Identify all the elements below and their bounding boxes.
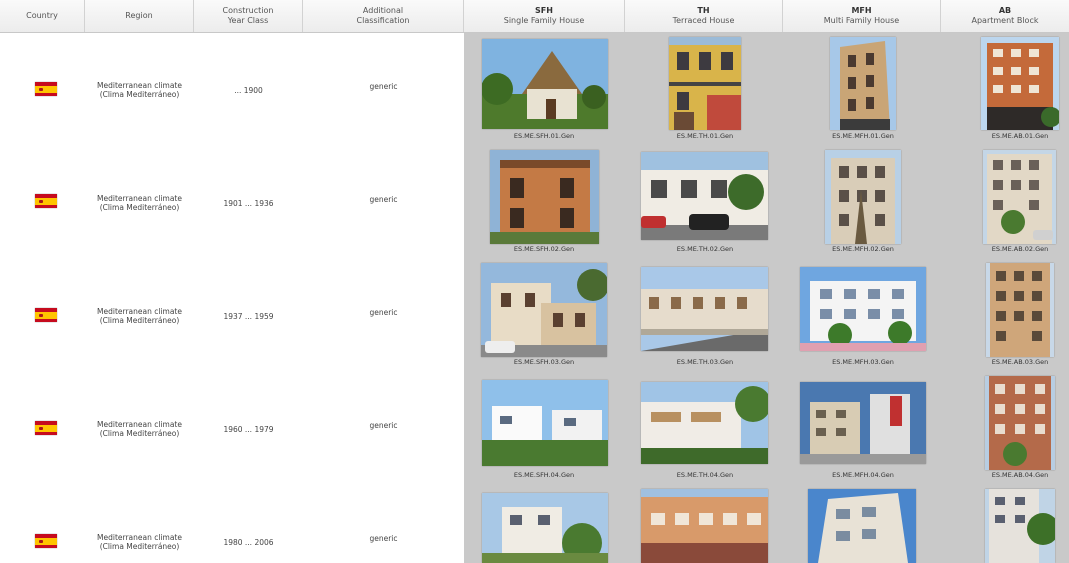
header-mfh-name: Multi Family House — [823, 16, 900, 25]
region-cell: Mediterranean climate (Clima Mediterráne… — [85, 420, 194, 438]
building-photo-mfh[interactable] — [800, 382, 926, 464]
year-class-cell: 1901 ... 1936 — [223, 199, 274, 208]
header-region[interactable]: Region — [85, 0, 194, 32]
building-photo-sfh[interactable] — [482, 380, 608, 466]
header-ab-name: Apartment Block — [971, 16, 1039, 25]
typology-code[interactable]: ES.ME.SFH.04.Gen — [474, 471, 614, 479]
region-line1: Mediterranean climate — [97, 533, 182, 542]
building-photo-ab[interactable] — [985, 489, 1055, 563]
region-line1: Mediterranean climate — [97, 81, 182, 90]
region-line2: (Clima Mediterráneo) — [99, 203, 180, 212]
spain-flag-icon — [35, 534, 57, 548]
header-construction-year-class[interactable]: Construction Year Class — [194, 0, 303, 32]
typology-code[interactable]: ES.ME.AB.01.Gen — [950, 132, 1069, 140]
building-photo-th[interactable] — [641, 382, 768, 464]
building-photo-th[interactable] — [669, 37, 741, 130]
year-class-cell: 1980 ... 2006 — [223, 538, 274, 547]
building-photo-ab[interactable] — [985, 376, 1055, 470]
building-photo-th[interactable] — [641, 152, 768, 240]
classification-cell: generic — [369, 82, 398, 91]
typology-code[interactable]: ES.ME.AB.02.Gen — [950, 245, 1069, 253]
typology-code[interactable]: ES.ME.AB.03.Gen — [950, 358, 1069, 366]
typology-code[interactable]: ES.ME.MFH.02.Gen — [793, 245, 933, 253]
region-line1: Mediterranean climate — [97, 194, 182, 203]
typology-code[interactable]: ES.ME.TH.03.Gen — [635, 358, 775, 366]
year-class-cell: 1937 ... 1959 — [223, 312, 274, 321]
header-region-label: Region — [125, 11, 153, 20]
header-sfh[interactable]: SFH Single Family House — [464, 0, 625, 32]
region-line2: (Clima Mediterráneo) — [99, 542, 180, 551]
header-country-label: Country — [26, 11, 58, 20]
building-photo-sfh[interactable] — [482, 493, 608, 563]
typology-code[interactable]: ES.ME.AB.04.Gen — [950, 471, 1069, 479]
region-line2: (Clima Mediterráneo) — [99, 429, 180, 438]
header-ab[interactable]: AB Apartment Block — [941, 0, 1069, 32]
header-additional-classification[interactable]: Additional Classification — [303, 0, 464, 32]
spain-flag-icon — [35, 421, 57, 435]
typology-code[interactable]: ES.ME.MFH.04.Gen — [793, 471, 933, 479]
building-photo-th[interactable] — [641, 489, 768, 563]
region-line2: (Clima Mediterráneo) — [99, 316, 180, 325]
typology-code[interactable]: ES.ME.TH.04.Gen — [635, 471, 775, 479]
header-sfh-name: Single Family House — [503, 16, 585, 25]
typology-code[interactable]: ES.ME.SFH.02.Gen — [474, 245, 614, 253]
header-construction-line2: Year Class — [227, 16, 269, 25]
classification-cell: generic — [369, 195, 398, 204]
header-mfh[interactable]: MFH Multi Family House — [783, 0, 941, 32]
building-photo-mfh[interactable] — [825, 150, 901, 244]
building-photo-ab[interactable] — [981, 37, 1059, 130]
region-line1: Mediterranean climate — [97, 307, 182, 316]
table-row: Mediterranean climate (Clima Mediterráne… — [0, 33, 1069, 147]
region-line2: (Clima Mediterráneo) — [99, 90, 180, 99]
table-row: Mediterranean climate (Clima Mediterráne… — [0, 146, 1069, 260]
region-cell: Mediterranean climate (Clima Mediterráne… — [85, 533, 194, 551]
building-photo-mfh[interactable] — [800, 267, 926, 351]
header-country[interactable]: Country — [0, 0, 85, 32]
typology-code[interactable]: ES.ME.MFH.01.Gen — [793, 132, 933, 140]
building-photo-sfh[interactable] — [481, 263, 607, 357]
header-th-code: TH — [697, 6, 710, 15]
spain-flag-icon — [35, 82, 57, 96]
table-row: Mediterranean climate (Clima Mediterráne… — [0, 259, 1069, 373]
header-sfh-code: SFH — [535, 6, 553, 15]
typology-code[interactable]: ES.ME.SFH.03.Gen — [474, 358, 614, 366]
building-photo-th[interactable] — [641, 267, 768, 351]
spain-flag-icon — [35, 308, 57, 322]
typology-code[interactable]: ES.ME.MFH.03.Gen — [793, 358, 933, 366]
header-construction-line1: Construction — [222, 6, 274, 15]
region-cell: Mediterranean climate (Clima Mediterráne… — [85, 194, 194, 212]
classification-cell: generic — [369, 308, 398, 317]
classification-cell: generic — [369, 534, 398, 543]
building-photo-mfh[interactable] — [808, 489, 916, 563]
spain-flag-icon — [35, 194, 57, 208]
building-photo-sfh[interactable] — [490, 150, 599, 244]
header-th-name: Terraced House — [672, 16, 735, 25]
year-class-cell: ... 1900 — [234, 86, 263, 95]
region-cell: Mediterranean climate (Clima Mediterráne… — [85, 81, 194, 99]
header-ab-code: AB — [998, 6, 1012, 15]
header-mfh-code: MFH — [851, 6, 872, 15]
typology-code[interactable]: ES.ME.SFH.01.Gen — [474, 132, 614, 140]
region-line1: Mediterranean climate — [97, 420, 182, 429]
table-header: Country Region Construction Year Class A… — [0, 0, 1069, 33]
header-additional-line2: Classification — [356, 16, 410, 25]
typology-code[interactable]: ES.ME.TH.02.Gen — [635, 245, 775, 253]
header-additional-line1: Additional — [362, 6, 404, 15]
table-row: Mediterranean climate (Clima Mediterráne… — [0, 485, 1069, 563]
building-photo-ab[interactable] — [983, 150, 1056, 244]
header-th[interactable]: TH Terraced House — [625, 0, 783, 32]
typology-code[interactable]: ES.ME.TH.01.Gen — [635, 132, 775, 140]
year-class-cell: 1960 ... 1979 — [223, 425, 274, 434]
building-photo-sfh[interactable] — [482, 39, 608, 129]
table-row: Mediterranean climate (Clima Mediterráne… — [0, 372, 1069, 486]
region-cell: Mediterranean climate (Clima Mediterráne… — [85, 307, 194, 325]
building-photo-mfh[interactable] — [830, 37, 896, 130]
building-photo-ab[interactable] — [986, 263, 1054, 357]
classification-cell: generic — [369, 421, 398, 430]
building-typology-table: Country Region Construction Year Class A… — [0, 0, 1069, 563]
